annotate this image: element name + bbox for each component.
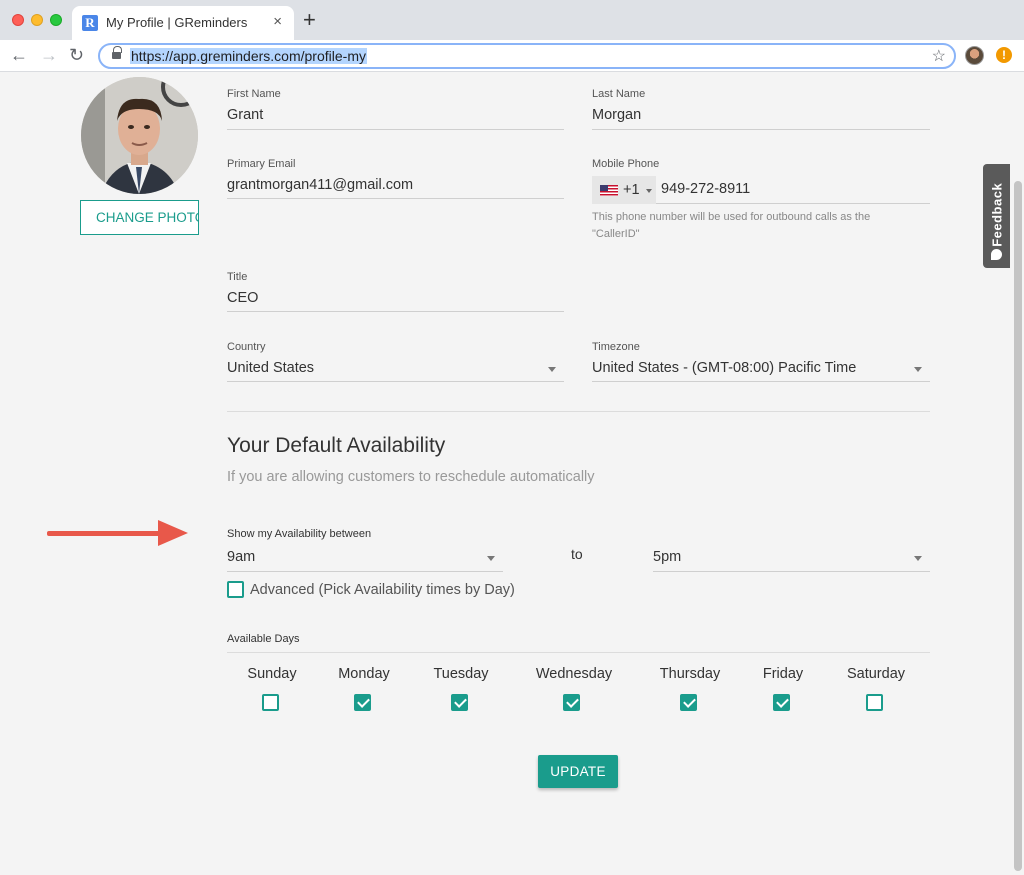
first-name-field[interactable]: First Name Grant <box>227 88 564 130</box>
day-thursday-label: Thursday <box>659 666 721 682</box>
section-divider <box>227 411 930 412</box>
reload-icon[interactable]: ↻ <box>69 44 84 66</box>
browser-tab-strip: R My Profile | GReminders × + <box>0 0 1024 40</box>
timezone-select[interactable]: Timezone United States - (GMT-08:00) Pac… <box>592 341 930 382</box>
chevron-down-icon <box>646 189 652 193</box>
address-bar[interactable]: https://app.greminders.com/profile-my ☆ <box>98 43 956 69</box>
feedback-tab[interactable]: Feedback <box>983 164 1010 268</box>
mobile-phone-label: Mobile Phone <box>592 158 660 170</box>
primary-email-field[interactable]: Primary Email grantmorgan411@gmail.com <box>227 158 564 199</box>
availability-between-label: Show my Availability between <box>227 528 372 540</box>
title-value[interactable]: CEO <box>227 290 258 306</box>
mobile-phone-value[interactable]: 949-272-8911 <box>661 181 750 197</box>
helper-line-2: "CallerID" <box>592 228 640 240</box>
alert-icon[interactable]: ! <box>996 47 1012 63</box>
day-monday-checkbox[interactable] <box>354 694 371 711</box>
day-saturday-label: Saturday <box>846 666 906 682</box>
to-label: to <box>571 546 583 562</box>
minimize-window-button[interactable] <box>31 14 43 26</box>
first-name-label: First Name <box>227 88 281 100</box>
change-photo-button[interactable]: CHANGE PHOTO <box>80 200 199 235</box>
availability-heading: Your Default Availability <box>227 434 446 457</box>
day-thursday-checkbox[interactable] <box>680 694 697 711</box>
close-window-button[interactable] <box>12 14 24 26</box>
day-tuesday-label: Tuesday <box>433 666 489 682</box>
start-time-value: 9am <box>227 549 256 565</box>
days-divider <box>227 652 930 653</box>
country-code-selector[interactable]: +1 <box>592 176 656 204</box>
profile-photo <box>81 77 198 194</box>
helper-line-1: This phone number will be used for outbo… <box>592 211 871 223</box>
day-monday-label: Monday <box>338 666 390 682</box>
last-name-field[interactable]: Last Name Morgan <box>592 88 930 130</box>
maximize-window-button[interactable] <box>50 14 62 26</box>
annotation-arrow <box>47 531 165 536</box>
end-time-value: 5pm <box>653 549 682 565</box>
mobile-phone-helper: This phone number will be used for outbo… <box>592 209 870 243</box>
mobile-phone-field[interactable]: Mobile Phone +1 949-272-8911 <box>592 158 930 204</box>
last-name-label: Last Name <box>592 88 646 100</box>
forward-arrow-icon[interactable]: → <box>40 44 58 66</box>
day-wednesday-label: Wednesday <box>535 666 613 682</box>
advanced-checkbox[interactable] <box>227 581 244 598</box>
url-text[interactable]: https://app.greminders.com/profile-my <box>130 48 367 64</box>
profile-page: Feedback CHANGE PHOTO First Name Grant L… <box>0 73 1024 875</box>
annotation-arrow-head <box>158 520 188 546</box>
primary-email-label: Primary Email <box>227 158 296 170</box>
chevron-down-icon <box>548 367 556 372</box>
country-value: United States <box>227 360 315 376</box>
browser-toolbar: ← → ↻ https://app.greminders.com/profile… <box>0 40 1024 72</box>
tab-close-icon[interactable]: × <box>273 13 282 30</box>
dial-code: +1 <box>623 182 640 198</box>
chat-bubble-icon <box>991 249 1002 260</box>
chevron-down-icon <box>914 556 922 561</box>
country-select[interactable]: Country United States <box>227 341 564 382</box>
start-time-select[interactable]: 9am <box>227 544 503 572</box>
day-sunday-label: Sunday <box>247 666 297 682</box>
profile-avatar-icon[interactable] <box>965 46 984 65</box>
last-name-value[interactable]: Morgan <box>592 107 641 123</box>
available-days-label: Available Days <box>227 633 300 645</box>
country-label: Country <box>227 341 266 353</box>
timezone-label: Timezone <box>592 341 640 353</box>
first-name-value[interactable]: Grant <box>227 107 263 123</box>
lock-icon <box>112 46 122 60</box>
feedback-label: Feedback <box>989 182 1004 247</box>
title-field[interactable]: Title CEO <box>227 271 564 312</box>
us-flag-icon <box>600 185 618 196</box>
day-saturday-checkbox[interactable] <box>866 694 883 711</box>
day-friday-checkbox[interactable] <box>773 694 790 711</box>
end-time-select[interactable]: 5pm <box>653 544 930 572</box>
day-tuesday-checkbox[interactable] <box>451 694 468 711</box>
day-sunday-checkbox[interactable] <box>262 694 279 711</box>
primary-email-value[interactable]: grantmorgan411@gmail.com <box>227 177 413 193</box>
day-friday-label: Friday <box>762 666 804 682</box>
page-scrollbar[interactable] <box>1014 181 1022 871</box>
chevron-down-icon <box>487 556 495 561</box>
day-wednesday-checkbox[interactable] <box>563 694 580 711</box>
browser-tab[interactable]: R My Profile | GReminders × <box>72 6 294 40</box>
availability-subheading: If you are allowing customers to resched… <box>227 469 595 485</box>
back-arrow-icon[interactable]: ← <box>10 44 28 66</box>
bookmark-star-icon[interactable]: ☆ <box>932 46 946 66</box>
chevron-down-icon <box>914 367 922 372</box>
greminders-favicon-icon: R <box>82 15 98 31</box>
update-button[interactable]: UPDATE <box>538 755 618 788</box>
title-label: Title <box>227 271 248 283</box>
timezone-value: United States - (GMT-08:00) Pacific Time <box>592 360 857 376</box>
new-tab-button[interactable]: + <box>303 9 316 31</box>
tab-title: My Profile | GReminders <box>106 15 248 30</box>
advanced-label[interactable]: Advanced (Pick Availability times by Day… <box>250 582 515 598</box>
